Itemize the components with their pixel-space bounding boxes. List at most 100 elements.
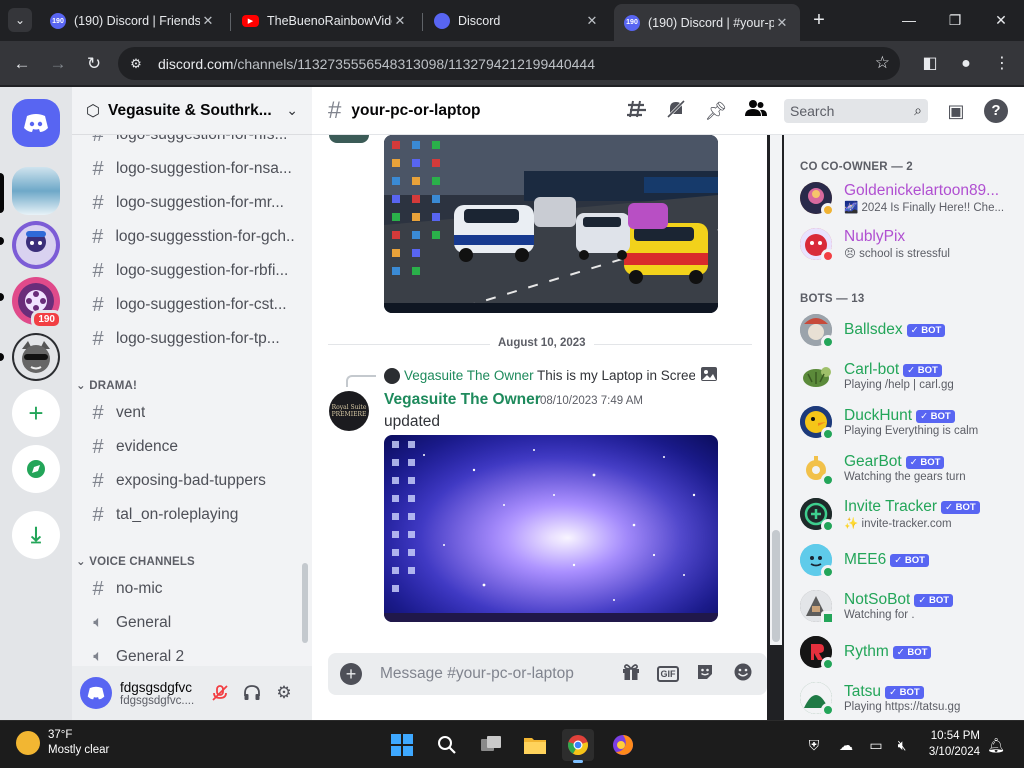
search-input[interactable]: Search ⌕ xyxy=(784,98,928,123)
channel-item[interactable]: # evidence xyxy=(80,431,302,463)
member-item[interactable]: Goldenickelartoon89... 🌌 2024 Is Finally… xyxy=(800,176,1020,220)
address-bar[interactable]: ⚙ discord.com/channels/11327355565483130… xyxy=(118,47,900,80)
volume-muted-icon[interactable]: 🔇︎ xyxy=(892,735,912,755)
add-server-icon[interactable]: + xyxy=(12,389,60,437)
browser-tab[interactable]: Discord ✕ xyxy=(424,5,610,37)
avatar[interactable]: Royal Suite PREMIERE xyxy=(329,391,369,431)
file-explorer-icon[interactable] xyxy=(519,729,551,761)
explore-servers-icon[interactable] xyxy=(12,445,60,493)
new-tab-button[interactable]: + xyxy=(808,9,830,31)
voice-channel-item[interactable]: 🔈︎ General xyxy=(80,607,302,639)
close-tab-icon[interactable]: ✕ xyxy=(392,13,408,29)
image-attachment[interactable] xyxy=(384,135,718,313)
gift-icon[interactable] xyxy=(619,662,643,686)
member-item[interactable]: Invite Tracker ✓ BOT ✨ invite-tracker.com xyxy=(800,492,1020,536)
browser-tab[interactable]: 190 (190) Discord | Friends ✕ xyxy=(40,5,226,37)
category-voice-channels[interactable]: ⌄ VOICE CHANNELS xyxy=(76,554,195,568)
shield-warning-icon[interactable]: ⛨ xyxy=(804,735,824,755)
reply-preview-text[interactable]: This is my Laptop in Screen xyxy=(537,368,695,383)
user-names[interactable]: fdgsgsdgfvc fdgsgsdgfvc.... xyxy=(120,680,204,707)
category-drama[interactable]: ⌄ DRAMA! xyxy=(76,378,137,392)
reload-icon[interactable]: ↻ xyxy=(82,52,106,76)
firefox-icon[interactable] xyxy=(607,729,639,761)
member-item[interactable]: Carl-bot ✓ BOT Playing /help | carl.gg xyxy=(800,354,1020,398)
weather-widget[interactable]: 37°F Mostly clear xyxy=(16,728,109,758)
message-input[interactable]: Message #your-pc-or-laptop xyxy=(380,665,605,683)
discord-home-icon[interactable] xyxy=(12,99,60,147)
member-item[interactable]: Ballsdex ✓ BOT xyxy=(800,308,1020,352)
message-author[interactable]: Vegasuite The Owner xyxy=(384,391,541,409)
channel-item[interactable]: # exposing-bad-tuppers xyxy=(80,465,302,497)
avatar[interactable] xyxy=(384,368,400,384)
browser-tab-active[interactable]: 190 (190) Discord | #your-p ✕ xyxy=(614,4,800,41)
display-icon[interactable]: ▭ xyxy=(866,735,886,755)
minimize-icon[interactable]: — xyxy=(895,8,923,32)
side-panel-icon[interactable]: ◧ xyxy=(918,52,942,76)
discord-favicon-icon: 190 xyxy=(624,14,640,31)
avatar[interactable] xyxy=(329,135,369,143)
channel-item[interactable]: # logo-suggestion-for-tp... xyxy=(80,323,302,355)
server-film-icon[interactable]: 190 xyxy=(12,277,62,329)
channel-item[interactable]: # vent xyxy=(80,397,302,429)
close-tab-icon[interactable]: ✕ xyxy=(584,13,600,29)
member-item[interactable]: DuckHunt ✓ BOT Playing Everything is calm xyxy=(800,400,1020,444)
notification-bell-icon[interactable]: 🔔︎ xyxy=(986,735,1006,755)
close-tab-icon[interactable]: ✕ xyxy=(774,15,790,31)
windows-taskbar: 37°F Mostly clear ⛨ ☁ ▭ 🔇︎ 10:54 PM 3/10… xyxy=(0,720,1024,768)
back-icon[interactable]: ← xyxy=(10,52,34,76)
headphones-icon[interactable] xyxy=(236,677,268,709)
member-item[interactable]: Rythm ✓ BOT xyxy=(800,630,1020,674)
gif-picker-button[interactable]: GIF xyxy=(657,666,679,682)
help-icon[interactable]: ? xyxy=(984,98,1008,123)
search-icon[interactable] xyxy=(431,729,463,761)
network-off-icon[interactable]: ☁ xyxy=(836,735,856,755)
tab-search-button[interactable]: ⌄ xyxy=(8,8,32,32)
sticker-icon[interactable] xyxy=(693,662,717,686)
member-item[interactable]: NotSoBot ✓ BOT Watching for . xyxy=(800,584,1020,628)
start-menu-icon[interactable] xyxy=(386,729,418,761)
task-view-icon[interactable] xyxy=(475,729,507,761)
member-item[interactable]: NublyPix 😣 school is stressful xyxy=(800,222,1020,266)
guild-header[interactable]: ⬡ Vegasuite & Southrk... ⌄ xyxy=(72,87,312,135)
server-avatar-icon[interactable] xyxy=(12,221,60,269)
forward-icon[interactable]: → xyxy=(46,52,70,76)
menu-kebab-icon[interactable]: ⋮ xyxy=(990,52,1014,76)
restore-icon[interactable]: ❐ xyxy=(941,8,969,32)
member-list-icon[interactable] xyxy=(744,99,768,123)
emoji-icon[interactable] xyxy=(731,662,755,686)
server-cat-sunglasses-icon[interactable] xyxy=(12,333,60,381)
site-info-icon[interactable]: ⚙ xyxy=(126,56,146,72)
member-item[interactable]: GearBot ✓ BOT Watching the gears turn xyxy=(800,446,1020,490)
channel-item[interactable]: # logo-suggestion-for-cst... xyxy=(80,289,302,321)
channel-item[interactable]: # logo-suggestion-for-mr... xyxy=(80,187,302,219)
avatar[interactable] xyxy=(80,677,112,709)
download-apps-icon[interactable]: ⤓ xyxy=(12,511,60,559)
settings-gear-icon[interactable]: ⚙ xyxy=(268,677,300,709)
pinned-messages-icon[interactable]: 📌︎ xyxy=(704,99,728,123)
close-window-icon[interactable]: ✕ xyxy=(987,8,1015,32)
mute-mic-icon[interactable] xyxy=(204,677,236,709)
threads-icon[interactable] xyxy=(624,99,648,123)
server-vegasuite-icon[interactable] xyxy=(12,167,60,215)
channel-item[interactable]: # logo-suggesstion-for-gch... xyxy=(80,221,302,253)
image-attachment[interactable] xyxy=(384,435,718,622)
member-item[interactable]: MEE6 ✓ BOT xyxy=(800,538,1020,582)
add-attachment-icon[interactable]: + xyxy=(340,663,362,685)
channel-item[interactable]: # logo-suggestion-for-rbfi... xyxy=(80,255,302,287)
inbox-icon[interactable]: ▣ xyxy=(944,99,968,123)
chrome-icon[interactable] xyxy=(562,729,594,763)
bookmark-star-icon[interactable]: ☆ xyxy=(875,53,890,73)
chat-scrollbar[interactable] xyxy=(770,135,782,645)
member-item[interactable]: Tatsu ✓ BOT Playing https://tatsu.gg xyxy=(800,676,1020,720)
channel-item[interactable]: # no-mic xyxy=(80,573,302,605)
channel-item[interactable]: # logo-suggestion-for-nsa... xyxy=(80,153,302,185)
system-clock[interactable]: 10:54 PM 3/10/2024 xyxy=(920,728,980,760)
browser-tab-strip: ⌄ 190 (190) Discord | Friends ✕ ▶ TheBue… xyxy=(0,0,1024,41)
reply-author[interactable]: Vegasuite The Owner xyxy=(404,368,534,383)
notification-bell-muted-icon[interactable] xyxy=(664,99,688,123)
profile-icon[interactable]: ● xyxy=(954,52,978,76)
channel-list-scrollbar[interactable] xyxy=(302,563,308,643)
browser-tab[interactable]: ▶ TheBuenoRainbowVide ✕ xyxy=(232,5,418,37)
channel-item[interactable]: # tal_on-roleplaying xyxy=(80,499,302,531)
close-tab-icon[interactable]: ✕ xyxy=(200,13,216,29)
